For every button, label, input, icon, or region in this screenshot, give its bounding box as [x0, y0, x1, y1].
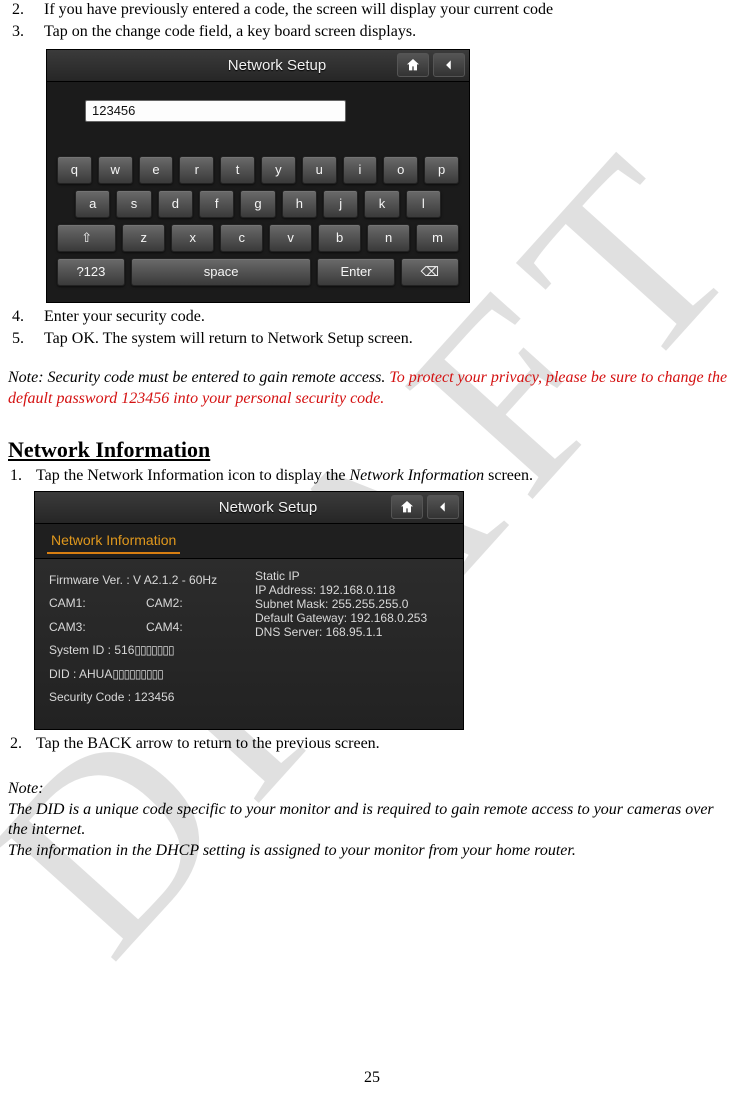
home-icon[interactable]: [397, 53, 429, 77]
ip-address: IP Address: 192.168.0.118: [255, 583, 449, 597]
step-text: If you have previously entered a code, t…: [30, 0, 736, 20]
key-n[interactable]: n: [367, 224, 410, 252]
code-input[interactable]: [85, 100, 346, 122]
step-text: Tap the Network Information icon to disp…: [28, 466, 736, 486]
key-w[interactable]: w: [98, 156, 133, 184]
key-enter[interactable]: Enter: [317, 258, 394, 286]
key-space[interactable]: space: [131, 258, 312, 286]
default-gateway: Default Gateway: 192.168.0.253: [255, 611, 449, 625]
key-backspace[interactable]: ⌫: [401, 258, 459, 286]
keyboard-row-3: ⇧ z x c v b n m: [57, 224, 459, 252]
step-number: 2.: [8, 0, 30, 20]
step-3: 3. Tap on the change code field, a key b…: [8, 22, 736, 42]
back-icon[interactable]: [427, 495, 459, 519]
key-j[interactable]: j: [323, 190, 358, 218]
info-col-right: Static IP IP Address: 192.168.0.118 Subn…: [243, 569, 449, 709]
net-step-1: 1. Tap the Network Information icon to d…: [8, 466, 736, 486]
step-text: Tap OK. The system will return to Networ…: [30, 329, 736, 349]
step-4: 4. Enter your security code.: [8, 307, 736, 327]
home-icon[interactable]: [391, 495, 423, 519]
key-k[interactable]: k: [364, 190, 399, 218]
key-b[interactable]: b: [318, 224, 361, 252]
key-e[interactable]: e: [139, 156, 174, 184]
titlebar: Network Setup: [35, 492, 463, 524]
back-icon[interactable]: [433, 53, 465, 77]
subnet-mask: Subnet Mask: 255.255.255.0: [255, 597, 449, 611]
static-ip-label: Static IP: [255, 569, 449, 583]
section-heading-network-info: Network Information: [8, 437, 736, 463]
net-step-2: 2. Tap the BACK arrow to return to the p…: [8, 734, 736, 754]
key-x[interactable]: x: [171, 224, 214, 252]
key-c[interactable]: c: [220, 224, 263, 252]
key-p[interactable]: p: [424, 156, 459, 184]
keyboard-row-1: q w e r t y u i o p: [57, 156, 459, 184]
step-2: 2. If you have previously entered a code…: [8, 0, 736, 20]
key-r[interactable]: r: [179, 156, 214, 184]
key-o[interactable]: o: [383, 156, 418, 184]
cam2-label: CAM2:: [146, 592, 243, 615]
network-info-screenshot: Network Setup Network Information Firmwa…: [34, 491, 464, 730]
step-number: 5.: [8, 329, 30, 349]
key-y[interactable]: y: [261, 156, 296, 184]
info-col-left: Firmware Ver. : V A2.1.2 - 60Hz CAM1:CAM…: [49, 569, 243, 709]
step-text: Tap on the change code field, a key boar…: [30, 22, 736, 42]
key-m[interactable]: m: [416, 224, 459, 252]
note-did: The DID is a unique code specific to you…: [8, 800, 736, 842]
key-123[interactable]: ?123: [57, 258, 125, 286]
key-q[interactable]: q: [57, 156, 92, 184]
step-5: 5. Tap OK. The system will return to Net…: [8, 329, 736, 349]
key-d[interactable]: d: [158, 190, 193, 218]
titlebar: Network Setup: [47, 50, 469, 82]
keyboard-row-2: a s d f g h j k l: [57, 190, 459, 218]
security-note: Note: Security code must be entered to g…: [8, 368, 736, 410]
cam3-label: CAM3:: [49, 616, 146, 639]
info-body: Firmware Ver. : V A2.1.2 - 60Hz CAM1:CAM…: [35, 559, 463, 729]
key-i[interactable]: i: [343, 156, 378, 184]
note-heading: Note:: [8, 779, 736, 800]
keyboard-screenshot: Network Setup q w e r t y u i o p: [46, 49, 470, 303]
security-code: Security Code : 123456: [49, 686, 243, 709]
dns-server: DNS Server: 168.95.1.1: [255, 625, 449, 639]
tab-network-information[interactable]: Network Information: [47, 530, 180, 554]
key-a[interactable]: a: [75, 190, 110, 218]
firmware-version: Firmware Ver. : V A2.1.2 - 60Hz: [49, 569, 243, 592]
step-number: 1.: [8, 466, 28, 486]
keyboard-row-4: ?123 space Enter ⌫: [57, 258, 459, 286]
step-text: Enter your security code.: [30, 307, 736, 327]
key-g[interactable]: g: [240, 190, 275, 218]
page-number: 25: [0, 1069, 744, 1087]
step-number: 2.: [8, 734, 28, 754]
key-l[interactable]: l: [406, 190, 441, 218]
cam1-label: CAM1:: [49, 592, 146, 615]
system-id: System ID : 516▯▯▯▯▯▯▯: [49, 639, 243, 662]
key-v[interactable]: v: [269, 224, 312, 252]
note-text-black: Note: Security code must be entered to g…: [8, 369, 385, 386]
titlebar-title: Network Setup: [145, 499, 391, 516]
cam4-label: CAM4:: [146, 616, 243, 639]
note-block: Note: The DID is a unique code specific …: [8, 779, 736, 862]
did: DID : AHUA▯▯▯▯▯▯▯▯▯: [49, 663, 243, 686]
key-f[interactable]: f: [199, 190, 234, 218]
key-t[interactable]: t: [220, 156, 255, 184]
key-u[interactable]: u: [302, 156, 337, 184]
key-z[interactable]: z: [122, 224, 165, 252]
titlebar-title: Network Setup: [157, 57, 397, 74]
key-s[interactable]: s: [116, 190, 151, 218]
step-number: 4.: [8, 307, 30, 327]
tab-row: Network Information: [35, 524, 463, 559]
key-h[interactable]: h: [282, 190, 317, 218]
step-text: Tap the BACK arrow to return to the prev…: [28, 734, 736, 754]
note-dhcp: The information in the DHCP setting is a…: [8, 841, 736, 862]
key-shift[interactable]: ⇧: [57, 224, 116, 252]
step-number: 3.: [8, 22, 30, 42]
